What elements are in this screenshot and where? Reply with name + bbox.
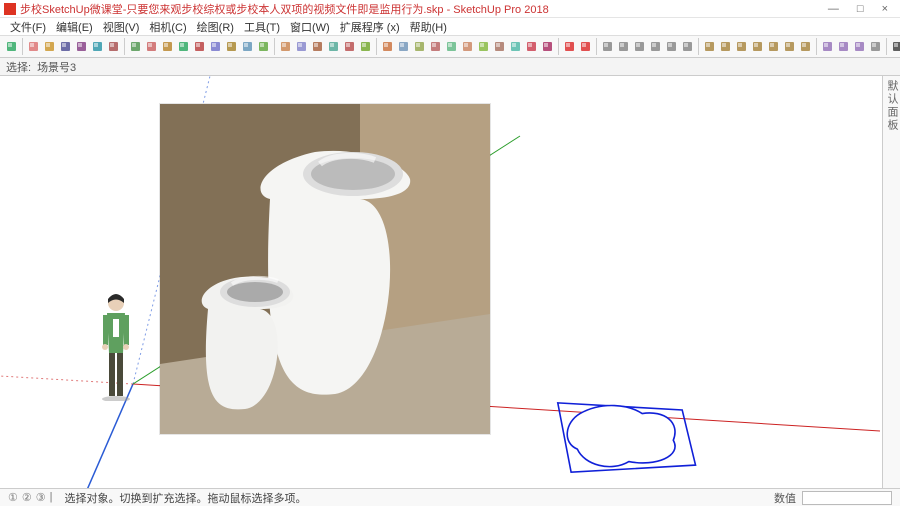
status-circle-3[interactable]: ③ xyxy=(36,491,46,504)
menu-help[interactable]: 帮助(H) xyxy=(406,19,451,35)
style5-icon[interactable] xyxy=(766,38,781,55)
rect-icon[interactable] xyxy=(90,38,105,55)
window-title: 步校SketchUp微课堂-只要您来观步校综权或步校本人双项的视频文件即是监用行… xyxy=(20,1,828,17)
maximize-button[interactable]: □ xyxy=(857,3,864,15)
pushpull-icon[interactable] xyxy=(144,38,159,55)
sandbox3-icon[interactable] xyxy=(524,38,539,55)
views1-icon[interactable] xyxy=(600,38,615,55)
offset-icon[interactable] xyxy=(208,38,223,55)
arc-icon[interactable] xyxy=(74,38,89,55)
views2-icon[interactable] xyxy=(616,38,631,55)
circle-icon[interactable] xyxy=(106,38,121,55)
select-icon[interactable] xyxy=(4,38,19,55)
line-icon[interactable] xyxy=(58,38,73,55)
section-icon[interactable] xyxy=(380,38,395,55)
menu-view[interactable]: 视图(V) xyxy=(99,19,144,35)
right-panel-tab[interactable]: 默认面板 xyxy=(882,76,900,488)
scale-figure xyxy=(95,281,137,401)
stop-icon[interactable] xyxy=(578,38,593,55)
status-hint: 选择对象。切换到扩充选择。拖动鼠标选择多项。 xyxy=(64,490,774,506)
measurement-input[interactable] xyxy=(802,491,892,505)
list-icon[interactable] xyxy=(890,38,900,55)
xray-icon[interactable] xyxy=(852,38,867,55)
status-icons: ① ② ③ | xyxy=(8,491,52,504)
layers-icon[interactable] xyxy=(396,38,411,55)
camera-icon[interactable] xyxy=(428,38,443,55)
status-circle-2[interactable]: ② xyxy=(22,491,32,504)
measurement-label: 数值 xyxy=(774,490,802,506)
style3-icon[interactable] xyxy=(734,38,749,55)
menu-file[interactable]: 文件(F) xyxy=(6,19,50,35)
paint-icon[interactable] xyxy=(256,38,271,55)
text-icon[interactable] xyxy=(240,38,255,55)
status-circle-1[interactable]: ① xyxy=(8,491,18,504)
drawn-shape[interactable] xyxy=(540,394,700,484)
orbit-icon[interactable] xyxy=(278,38,293,55)
main-toolbar xyxy=(0,36,900,58)
photo-icon[interactable] xyxy=(540,38,555,55)
polygon-icon[interactable] xyxy=(128,38,143,55)
position-icon[interactable] xyxy=(476,38,491,55)
scale-icon[interactable] xyxy=(192,38,207,55)
minimize-button[interactable]: — xyxy=(828,3,839,15)
menu-extensions[interactable]: 扩展程序 (x) xyxy=(336,19,404,35)
undo-icon[interactable] xyxy=(342,38,357,55)
style7-icon[interactable] xyxy=(798,38,813,55)
menu-camera[interactable]: 相机(C) xyxy=(145,19,190,35)
sandbox1-icon[interactable] xyxy=(492,38,507,55)
menu-tools[interactable]: 工具(T) xyxy=(240,19,284,35)
scene-tab[interactable]: 场景号3 xyxy=(37,59,76,75)
status-divider: | xyxy=(50,491,53,504)
move-icon[interactable] xyxy=(160,38,175,55)
style2-icon[interactable] xyxy=(718,38,733,55)
views5-icon[interactable] xyxy=(664,38,679,55)
zoomext-icon[interactable] xyxy=(326,38,341,55)
menu-draw[interactable]: 绘图(R) xyxy=(193,19,238,35)
close-button[interactable]: × xyxy=(882,3,888,15)
reference-image xyxy=(160,104,490,434)
selection-label: 选择: xyxy=(6,59,31,75)
style1-icon[interactable] xyxy=(702,38,717,55)
redo-icon[interactable] xyxy=(358,38,373,55)
look-icon[interactable] xyxy=(460,38,475,55)
app-icon xyxy=(4,3,16,15)
menu-window[interactable]: 窗口(W) xyxy=(286,19,334,35)
menu-edit[interactable]: 编辑(E) xyxy=(52,19,97,35)
tape-icon[interactable] xyxy=(224,38,239,55)
zoom-icon[interactable] xyxy=(310,38,325,55)
style4-icon[interactable] xyxy=(750,38,765,55)
sandbox2-icon[interactable] xyxy=(508,38,523,55)
eraser-icon[interactable] xyxy=(26,38,41,55)
style6-icon[interactable] xyxy=(782,38,797,55)
record-icon[interactable] xyxy=(562,38,577,55)
walk-icon[interactable] xyxy=(444,38,459,55)
views4-icon[interactable] xyxy=(648,38,663,55)
rotate-icon[interactable] xyxy=(176,38,191,55)
pan-icon[interactable] xyxy=(294,38,309,55)
viewport[interactable]: 默认面板 xyxy=(0,76,900,488)
menubar: 文件(F) 编辑(E) 视图(V) 相机(C) 绘图(R) 工具(T) 窗口(W… xyxy=(0,18,900,36)
shadow-icon[interactable] xyxy=(820,38,835,55)
outliner-icon[interactable] xyxy=(412,38,427,55)
layer-icon[interactable] xyxy=(868,38,883,55)
views3-icon[interactable] xyxy=(632,38,647,55)
pencil-icon[interactable] xyxy=(42,38,57,55)
views6-icon[interactable] xyxy=(680,38,695,55)
fog-icon[interactable] xyxy=(836,38,851,55)
